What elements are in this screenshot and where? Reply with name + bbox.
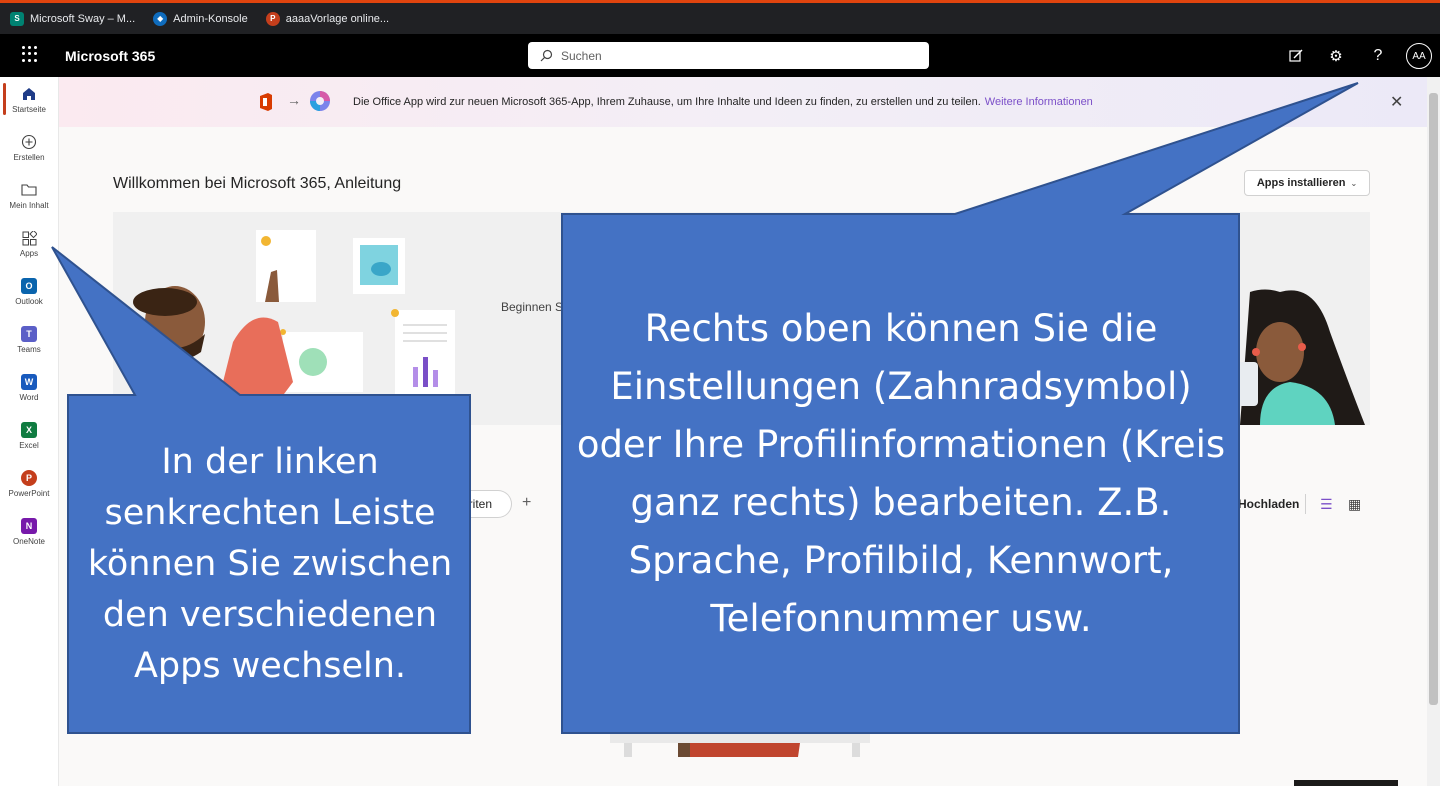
callout-left-text: In der linken senkrechten Leiste können …	[87, 441, 453, 686]
callout-right-text: Rechts oben können Sie die Einstellungen…	[576, 307, 1226, 640]
